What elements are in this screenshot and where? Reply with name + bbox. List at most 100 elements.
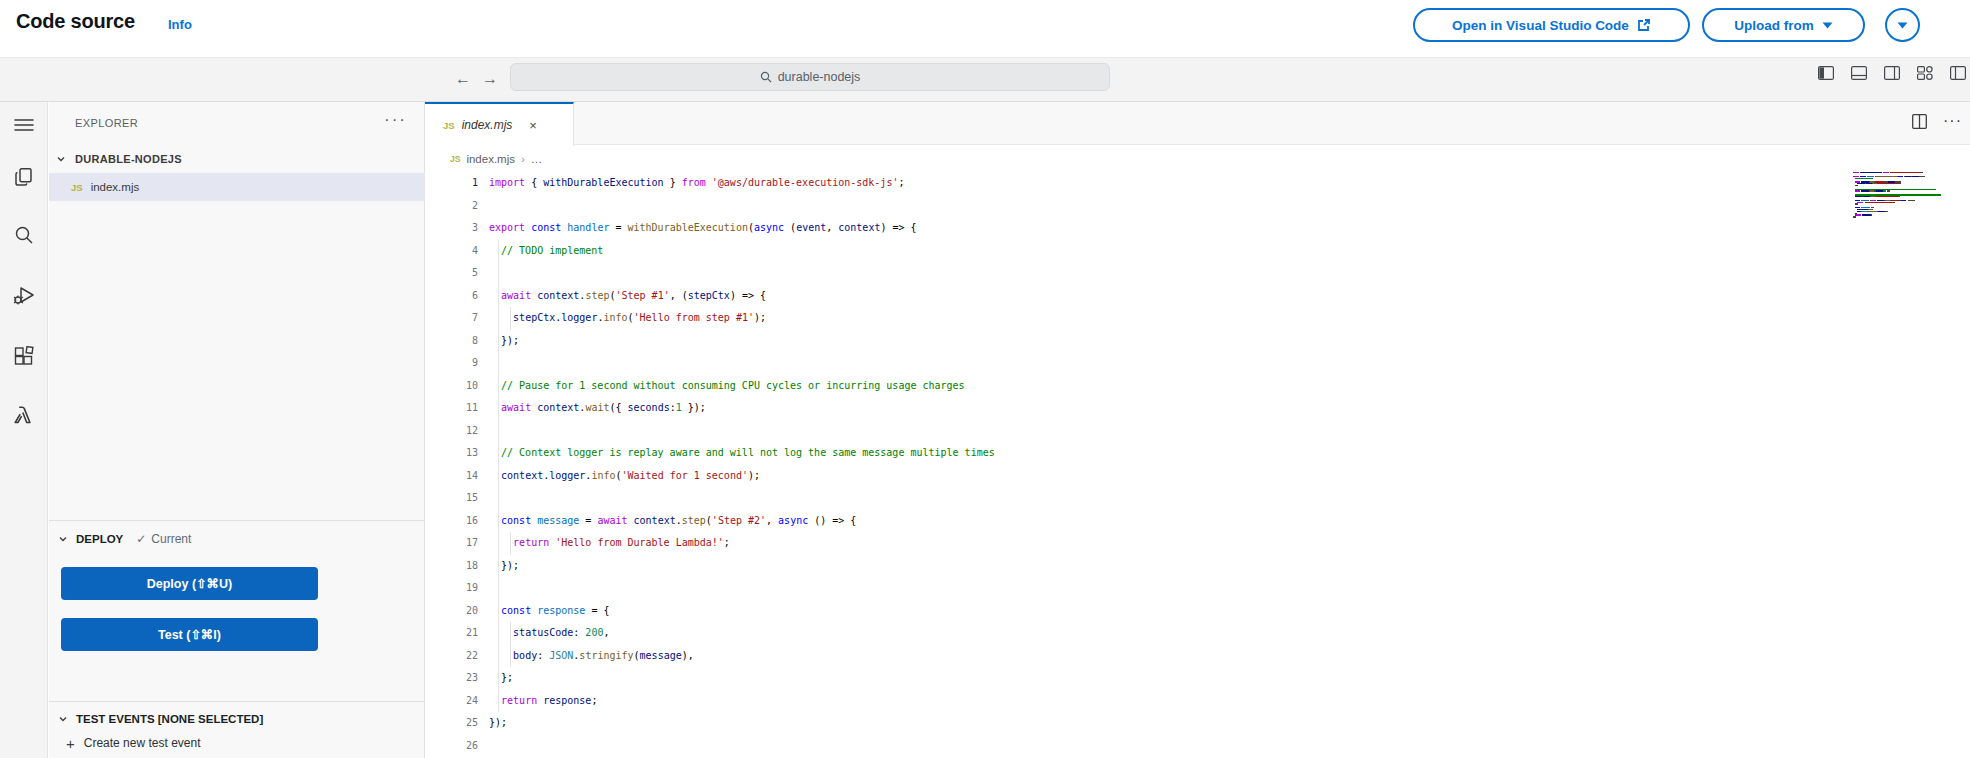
forward-arrow-button[interactable]: →	[482, 70, 498, 88]
code-line[interactable]: body: JSON.stringify(message),	[489, 645, 1849, 668]
code-line[interactable]	[489, 420, 1849, 443]
folder-label: DURABLE-NODEJS	[75, 153, 182, 165]
search-value: durable-nodejs	[778, 70, 861, 84]
deploy-button[interactable]: Deploy (⇧⌘U)	[61, 567, 318, 600]
plus-icon: +	[66, 735, 75, 752]
code-line[interactable]	[489, 735, 1849, 758]
line-number: 4	[425, 240, 478, 263]
code-line[interactable]: };	[489, 667, 1849, 690]
toggle-secondary-sidebar-icon[interactable]	[1884, 66, 1900, 80]
line-number: 21	[425, 622, 478, 645]
line-number: 12	[425, 420, 478, 443]
line-number: 17	[425, 532, 478, 555]
editor-more-actions[interactable]: ···	[1943, 112, 1962, 130]
deploy-title: DEPLOY	[76, 533, 123, 545]
activity-bar	[0, 102, 48, 758]
info-link[interactable]: Info	[168, 17, 192, 32]
line-number: 25	[425, 712, 478, 735]
line-numbers: 1234567891011121314151617181920212223242…	[425, 172, 478, 757]
explorer-actions-button[interactable]: ···	[384, 110, 407, 130]
line-number: 5	[425, 262, 478, 285]
line-number: 6	[425, 285, 478, 308]
line-number: 15	[425, 487, 478, 510]
run-debug-icon[interactable]	[13, 284, 35, 306]
code-line[interactable]	[489, 195, 1849, 218]
js-file-icon: JS	[71, 182, 83, 193]
line-number: 7	[425, 307, 478, 330]
code-line[interactable]: return 'Hello from Durable Lambda!';	[489, 532, 1849, 555]
line-number: 23	[425, 667, 478, 690]
lambda-code-source-panel: Code source Info Open in Visual Studio C…	[0, 0, 1970, 758]
code-line[interactable]: const message = await context.step('Step…	[489, 510, 1849, 533]
code-line[interactable]: statusCode: 200,	[489, 622, 1849, 645]
customize-layout-icon[interactable]	[1917, 66, 1933, 80]
tree-folder-durable-nodejs[interactable]: DURABLE-NODEJS	[49, 146, 425, 172]
code-line[interactable]	[489, 577, 1849, 600]
code-line[interactable]	[489, 352, 1849, 375]
chevron-down-icon	[58, 714, 68, 724]
open-in-vscode-label: Open in Visual Studio Code	[1452, 18, 1629, 33]
open-in-vscode-button[interactable]: Open in Visual Studio Code	[1413, 8, 1690, 42]
search-sidebar-icon[interactable]	[13, 224, 35, 246]
code-editor[interactable]: import { withDurableExecution } from '@a…	[489, 172, 1849, 757]
code-line[interactable]: import { withDurableExecution } from '@a…	[489, 172, 1849, 195]
line-number: 8	[425, 330, 478, 353]
line-number: 2	[425, 195, 478, 218]
tab-bar	[425, 102, 1970, 145]
more-actions-button[interactable]	[1885, 8, 1920, 42]
indent-guide	[510, 532, 511, 555]
code-line[interactable]: });	[489, 330, 1849, 353]
page-title: Code source	[16, 10, 135, 33]
minimap[interactable]	[1853, 172, 1958, 220]
deploy-section-header[interactable]: DEPLOY ✓ Current	[49, 527, 425, 551]
code-line[interactable]: return response;	[489, 690, 1849, 713]
code-line[interactable]: await context.wait({ seconds:1 });	[489, 397, 1849, 420]
split-editor-icon[interactable]	[1912, 114, 1927, 129]
aws-lambda-icon[interactable]	[13, 404, 35, 426]
chevron-down-icon	[56, 154, 66, 164]
close-tab-icon[interactable]: ×	[529, 118, 537, 133]
code-line[interactable]: // TODO implement	[489, 240, 1849, 263]
back-arrow-button[interactable]: ←	[455, 70, 471, 88]
code-line[interactable]	[489, 487, 1849, 510]
chevron-down-icon	[58, 534, 68, 544]
breadcrumb-file[interactable]: index.mjs	[466, 153, 515, 165]
editor-actions: ···	[1912, 112, 1962, 130]
code-line[interactable]: });	[489, 555, 1849, 578]
breadcrumb-symbol[interactable]: …	[531, 153, 543, 165]
test-button[interactable]: Test (⇧⌘I)	[61, 618, 318, 651]
code-line[interactable]: export const handler = withDurableExecut…	[489, 217, 1849, 240]
toggle-panel-icon[interactable]	[1851, 66, 1867, 80]
upload-from-button[interactable]: Upload from	[1702, 8, 1865, 42]
code-line[interactable]: // Context logger is replay aware and wi…	[489, 442, 1849, 465]
create-test-event-label: Create new test event	[84, 736, 201, 750]
line-number: 18	[425, 555, 478, 578]
menu-icon[interactable]	[13, 114, 35, 136]
tab-index-mjs[interactable]: JS index.mjs ×	[425, 102, 574, 146]
code-line[interactable]: });	[489, 712, 1849, 735]
explorer-icon[interactable]	[13, 166, 35, 188]
code-line[interactable]: const response = {	[489, 600, 1849, 623]
command-center-search[interactable]: durable-nodejs	[510, 63, 1110, 91]
tab-label: index.mjs	[462, 118, 513, 132]
test-events-section-header[interactable]: TEST EVENTS [NONE SELECTED]	[49, 707, 425, 731]
code-line[interactable]: await context.step('Step #1', (stepCtx) …	[489, 285, 1849, 308]
indent-guide	[510, 622, 511, 667]
create-test-event-button[interactable]: + Create new test event	[49, 731, 425, 755]
extensions-icon[interactable]	[13, 346, 35, 368]
line-number: 26	[425, 735, 478, 758]
caret-down-icon	[1897, 22, 1908, 29]
caret-down-icon	[1822, 22, 1833, 29]
code-line[interactable]: stepCtx.logger.info('Hello from step #1'…	[489, 307, 1849, 330]
tree-file-index-mjs[interactable]: JS index.mjs	[49, 173, 425, 201]
toggle-primary-sidebar-icon[interactable]	[1818, 66, 1834, 80]
line-number: 14	[425, 465, 478, 488]
code-line[interactable]: context.logger.info('Waited for 1 second…	[489, 465, 1849, 488]
breadcrumb-separator: ›	[521, 153, 525, 165]
file-label: index.mjs	[91, 181, 140, 193]
toggle-editor-layout-icon[interactable]	[1950, 66, 1966, 80]
code-line[interactable]	[489, 262, 1849, 285]
breadcrumb[interactable]: JS index.mjs › …	[450, 146, 542, 172]
code-line[interactable]: // Pause for 1 second without consuming …	[489, 375, 1849, 398]
indent-guide	[498, 240, 499, 713]
